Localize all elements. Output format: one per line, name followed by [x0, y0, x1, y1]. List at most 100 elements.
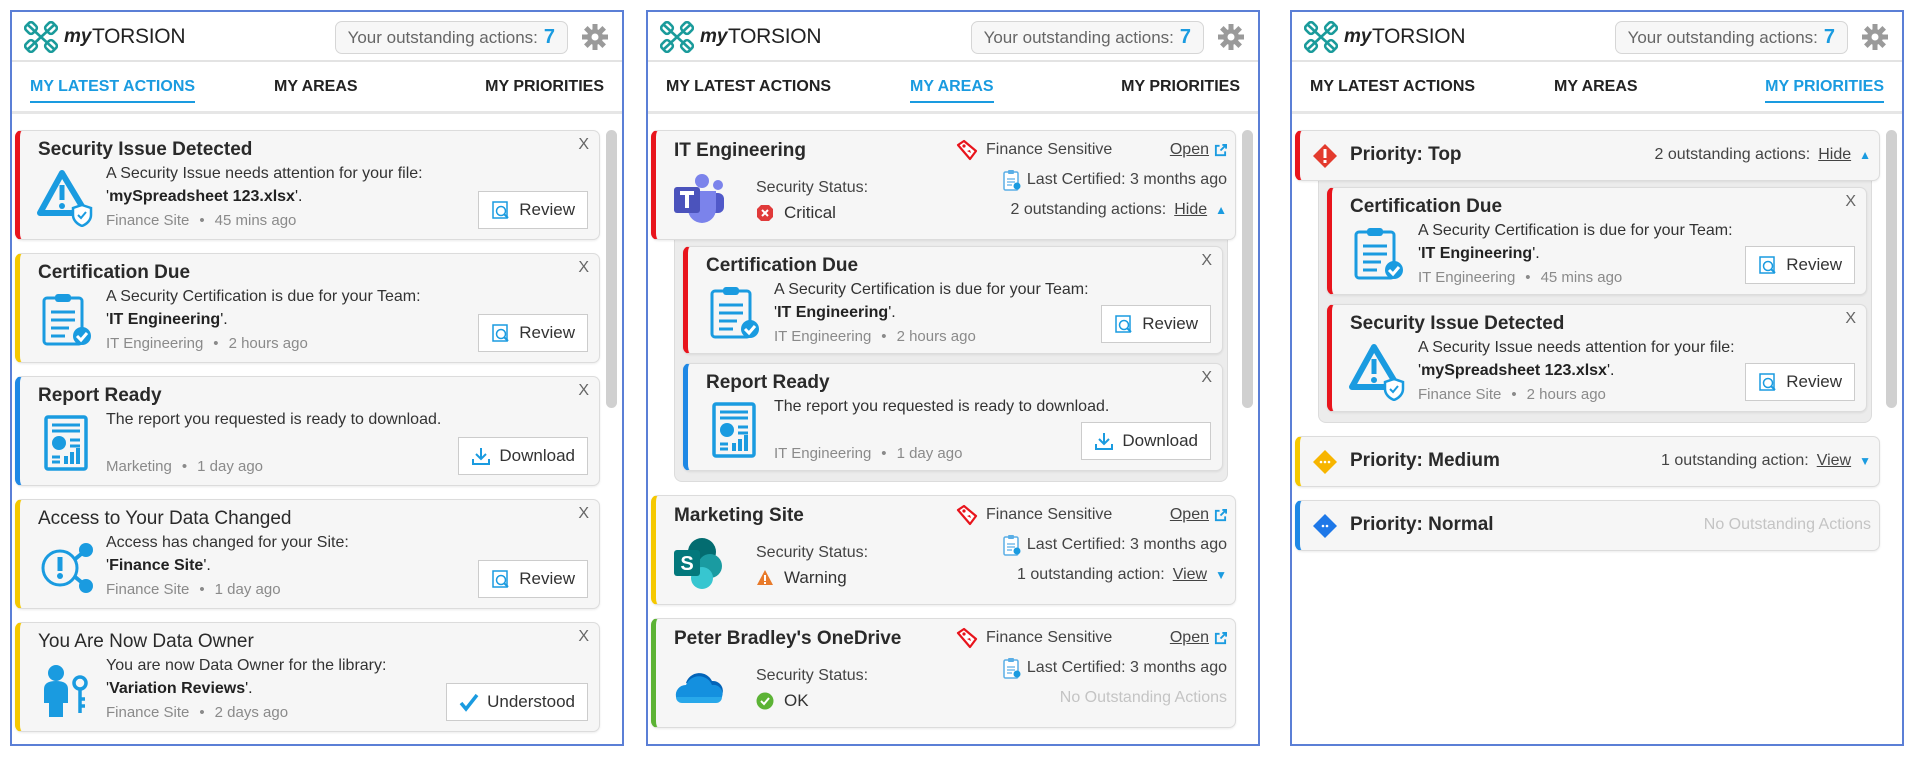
sensitivity-label: Finance Sensitive — [956, 504, 1112, 526]
gear-icon[interactable] — [582, 24, 608, 50]
action-highlight: Finance Site — [106, 557, 211, 575]
open-link[interactable]: Open — [1170, 141, 1227, 159]
cert-icon — [1003, 534, 1021, 556]
tab-my-priorities[interactable]: MY PRIORITIES — [1121, 78, 1240, 101]
review-button[interactable]: Review — [478, 191, 588, 229]
caret-up-icon[interactable]: ▲ — [1215, 203, 1227, 217]
action-card: Access to Your Data Changed X Access has… — [15, 499, 600, 609]
scrollbar[interactable] — [1886, 130, 1897, 408]
outstanding-label: Your outstanding actions: — [1627, 28, 1818, 47]
scrollbar[interactable] — [606, 130, 617, 408]
action-message: A Security Certification is due for your… — [1418, 222, 1733, 239]
tab-bar: MY LATEST ACTIONS MY AREAS MY PRIORITIES — [1292, 62, 1902, 114]
dismiss-button[interactable]: X — [578, 382, 589, 400]
priority-card[interactable]: Priority: Medium 1 outstanding action: Vi… — [1295, 436, 1880, 487]
dismiss-button[interactable]: X — [578, 505, 589, 523]
open-link[interactable]: Open — [1170, 506, 1227, 524]
hide-toggle[interactable]: Hide — [1818, 146, 1851, 164]
tab-bar: MY LATEST ACTIONS MY AREAS MY PRIORITIES — [12, 62, 622, 114]
dismiss-button[interactable]: X — [578, 259, 589, 277]
outstanding-actions: 2 outstanding actions: Hide ▲ — [1655, 146, 1871, 164]
action-message: A Security Issue needs attention for you… — [106, 165, 423, 182]
outstanding-text: 2 outstanding actions: — [1654, 146, 1811, 163]
gear-icon[interactable] — [1218, 24, 1244, 50]
area-name: Marketing Site — [674, 505, 804, 526]
understood-button[interactable]: Understood — [446, 683, 588, 721]
priority-normal-icon — [1312, 513, 1338, 539]
tab-my-priorities[interactable]: MY PRIORITIES — [485, 78, 604, 101]
scrollbar[interactable] — [1242, 130, 1253, 408]
download-button[interactable]: Download — [1081, 422, 1211, 460]
content-list: Security Issue Detected X A Security Iss… — [12, 130, 600, 744]
caret-down-icon[interactable]: ▼ — [1215, 568, 1227, 582]
teams-icon — [672, 171, 726, 225]
panel-latest-actions: my TORSION Your outstanding actions: 7 MY… — [10, 10, 624, 746]
logo-my: my — [700, 26, 728, 47]
tab-my-latest-actions[interactable]: MY LATEST ACTIONS — [666, 78, 831, 101]
tab-my-areas[interactable]: MY AREAS — [910, 78, 994, 103]
action-title: You Are Now Data Owner — [38, 631, 254, 652]
panel-areas: my TORSION Your outstanding actions: 7 MY… — [646, 10, 1260, 746]
security-status: Critical — [756, 203, 836, 223]
action-highlight: IT Engineering — [1418, 245, 1540, 263]
dismiss-button[interactable]: X — [578, 628, 589, 646]
action-source: Marketing — [106, 458, 172, 475]
action-message: Access has changed for your Site: — [106, 534, 349, 551]
action-highlight: mySpreadsheet 123.xlsx — [106, 188, 302, 206]
review-button[interactable]: Review — [1101, 305, 1211, 343]
outstanding-actions-badge[interactable]: Your outstanding actions: 7 — [334, 21, 568, 54]
security-status-label: Security Status: — [756, 179, 869, 196]
action-card: Certification Due X A Security Certifica… — [1327, 187, 1867, 295]
dismiss-button[interactable]: X — [578, 136, 589, 154]
tab-my-areas[interactable]: MY AREAS — [274, 78, 358, 101]
external-link-icon — [1214, 631, 1227, 645]
sensitivity-text: Finance Sensitive — [986, 629, 1113, 646]
download-button[interactable]: Download — [458, 437, 588, 475]
separator-dot: • — [181, 458, 188, 475]
action-card: Report Ready X The report you requested … — [683, 363, 1223, 471]
caret-up-icon[interactable]: ▲ — [1859, 148, 1871, 162]
dismiss-button[interactable]: X — [1845, 310, 1856, 328]
onedrive-icon — [672, 659, 726, 713]
caret-down-icon[interactable]: ▼ — [1859, 454, 1871, 468]
priority-card[interactable]: Priority: Normal No Outstanding Actions — [1295, 500, 1880, 551]
area-card: IT Engineering Security Status: Critical… — [651, 130, 1236, 240]
priority-card[interactable]: Priority: Top 2 outstanding actions: Hide… — [1295, 130, 1880, 181]
outstanding-text: 1 outstanding action: — [1661, 452, 1809, 469]
outstanding-text: No Outstanding Actions — [1703, 516, 1871, 533]
area-card: Marketing Site S Security Status: Warnin… — [651, 495, 1236, 605]
dismiss-button[interactable]: X — [1845, 193, 1856, 211]
dismiss-button[interactable]: X — [1201, 369, 1212, 387]
review-button[interactable]: Review — [478, 560, 588, 598]
hide-toggle[interactable]: Hide — [1174, 201, 1207, 219]
review-button[interactable]: Review — [1745, 363, 1855, 401]
action-title: Security Issue Detected — [38, 139, 253, 160]
area-card: Peter Bradley's OneDrive Security Status… — [651, 618, 1236, 728]
tab-my-latest-actions[interactable]: MY LATEST ACTIONS — [30, 78, 196, 103]
view-toggle[interactable]: View — [1817, 452, 1851, 470]
view-toggle[interactable]: View — [1173, 566, 1207, 584]
button-label: Review — [519, 569, 575, 588]
status-value: Warning — [784, 568, 847, 587]
outstanding-label: Your outstanding actions: — [983, 28, 1174, 47]
tab-my-areas[interactable]: MY AREAS — [1554, 78, 1638, 101]
separator-dot: • — [199, 212, 205, 229]
action-message: A Security Certification is due for your… — [774, 281, 1089, 298]
review-button[interactable]: Review — [478, 314, 588, 352]
action-time: 1 day ago — [214, 581, 281, 598]
open-link[interactable]: Open — [1170, 629, 1227, 647]
dismiss-button[interactable]: X — [1201, 252, 1212, 270]
outstanding-actions-badge[interactable]: Your outstanding actions: 7 — [1614, 21, 1848, 54]
priority-name: Priority: Top — [1350, 144, 1462, 165]
gear-icon[interactable] — [1862, 24, 1888, 50]
tag-icon — [956, 139, 978, 161]
tab-my-latest-actions[interactable]: MY LATEST ACTIONS — [1310, 78, 1475, 101]
last-certified: Last Certified: 3 months ago — [1003, 657, 1227, 679]
logo-brand: TORSION — [92, 25, 186, 48]
separator-dot: • — [199, 581, 205, 598]
outstanding-text: No Outstanding Actions — [1059, 689, 1227, 706]
last-certified-text: Last Certified: 3 months ago — [1026, 659, 1227, 676]
review-button[interactable]: Review — [1745, 246, 1855, 284]
tab-my-priorities[interactable]: MY PRIORITIES — [1765, 78, 1884, 103]
outstanding-actions-badge[interactable]: Your outstanding actions: 7 — [970, 21, 1204, 54]
